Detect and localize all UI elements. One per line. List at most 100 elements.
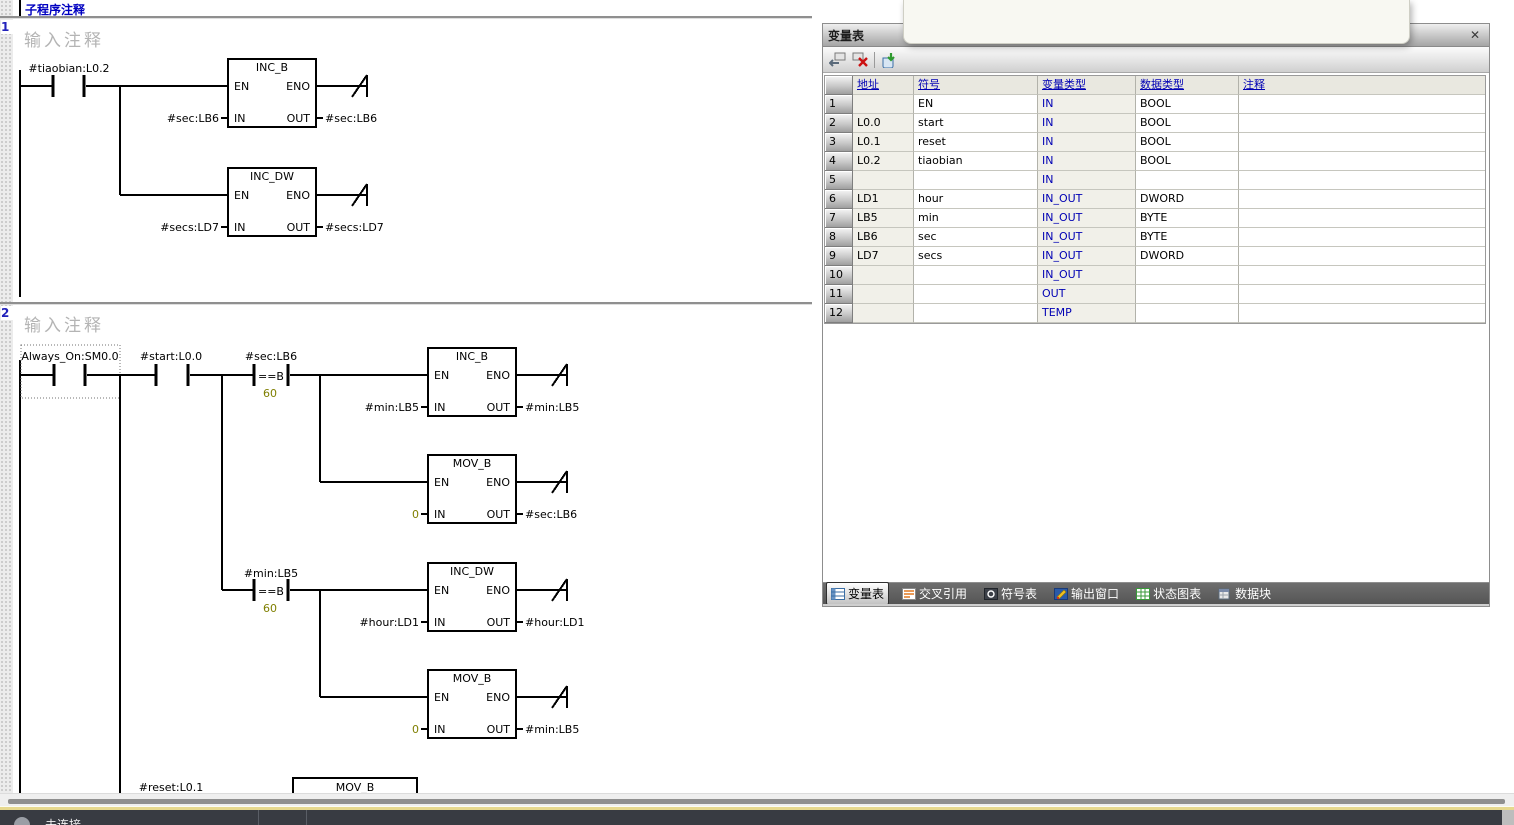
cell-vartype[interactable]: OUT xyxy=(1038,285,1136,304)
cell-vartype[interactable]: IN_OUT xyxy=(1038,209,1136,228)
cell-symbol[interactable] xyxy=(914,171,1038,190)
contact-tiaobian[interactable]: #tiaobian:L0.2 xyxy=(20,62,228,97)
close-icon[interactable]: ✕ xyxy=(1467,27,1483,43)
cell-vartype[interactable]: IN_OUT xyxy=(1038,247,1136,266)
block-inc-dw-n2[interactable]: INC_DW EN ENO IN OUT #hour:LD1 #hour:LD1 xyxy=(359,563,584,631)
cell-address[interactable]: L0.1 xyxy=(853,133,914,152)
compare-value[interactable]: 60 xyxy=(263,602,277,615)
cell-symbol[interactable]: tiaobian xyxy=(914,152,1038,171)
cell-datatype[interactable] xyxy=(1136,304,1239,323)
cell-vartype[interactable]: IN xyxy=(1038,152,1136,171)
block-out-operand[interactable]: #hour:LD1 xyxy=(525,616,585,629)
row-number[interactable]: 3 xyxy=(825,133,853,152)
cell-datatype[interactable] xyxy=(1136,285,1239,304)
cell-vartype[interactable]: IN xyxy=(1038,171,1136,190)
col-header-vartype[interactable]: 变量类型 xyxy=(1038,76,1136,95)
cell-comment[interactable] xyxy=(1239,304,1485,323)
cell-address[interactable] xyxy=(853,95,914,114)
insert-row-button[interactable] xyxy=(827,50,849,70)
cell-address[interactable] xyxy=(853,266,914,285)
cell-datatype[interactable] xyxy=(1136,171,1239,190)
cell-symbol[interactable] xyxy=(914,266,1038,285)
block-out-operand[interactable]: #sec:LB6 xyxy=(525,508,577,521)
cell-datatype[interactable]: DWORD xyxy=(1136,190,1239,209)
row-number[interactable]: 1 xyxy=(825,95,853,114)
cell-vartype[interactable]: TEMP xyxy=(1038,304,1136,323)
row-number[interactable]: 9 xyxy=(825,247,853,266)
block-out-operand[interactable]: #min:LB5 xyxy=(525,401,579,414)
block-in-operand[interactable]: #min:LB5 xyxy=(365,401,419,414)
cell-comment[interactable] xyxy=(1239,171,1485,190)
cell-datatype[interactable]: DWORD xyxy=(1136,247,1239,266)
cell-comment[interactable] xyxy=(1239,209,1485,228)
cell-vartype[interactable]: IN_OUT xyxy=(1038,190,1136,209)
row-number[interactable]: 4 xyxy=(825,152,853,171)
row-number[interactable]: 5 xyxy=(825,171,853,190)
block-mov-b-sec[interactable]: MOV_B EN ENO IN OUT 0 #sec:LB6 xyxy=(412,455,577,523)
cell-address[interactable]: L0.2 xyxy=(853,152,914,171)
row-number[interactable]: 6 xyxy=(825,190,853,209)
block-inc-dw-n1[interactable]: INC_DW EN ENO IN OUT #secs:LD7 #secs:LD7 xyxy=(160,168,384,236)
block-inc-b-n2[interactable]: INC_B EN ENO IN OUT #min:LB5 #min:LB5 xyxy=(365,348,580,416)
block-out-operand[interactable]: #secs:LD7 xyxy=(325,221,384,234)
cell-symbol[interactable] xyxy=(914,285,1038,304)
col-header-symbol[interactable]: 符号 xyxy=(914,76,1038,95)
cell-datatype[interactable]: BYTE xyxy=(1136,228,1239,247)
cell-vartype[interactable]: IN_OUT xyxy=(1038,266,1136,285)
cell-datatype[interactable]: BOOL xyxy=(1136,114,1239,133)
cell-comment[interactable] xyxy=(1239,285,1485,304)
cell-datatype[interactable]: BYTE xyxy=(1136,209,1239,228)
tab-status-chart[interactable]: 状态图表 xyxy=(1132,583,1205,604)
cell-datatype[interactable] xyxy=(1136,266,1239,285)
cell-comment[interactable] xyxy=(1239,190,1485,209)
cell-symbol[interactable]: sec xyxy=(914,228,1038,247)
tab-output-window[interactable]: 输出窗口 xyxy=(1050,583,1123,604)
compare-value[interactable]: 60 xyxy=(263,387,277,400)
cell-address[interactable] xyxy=(853,285,914,304)
cell-comment[interactable] xyxy=(1239,266,1485,285)
compare-contact-sec[interactable]: #sec:LB6 ==B 60 xyxy=(190,350,297,400)
cell-vartype[interactable]: IN_OUT xyxy=(1038,228,1136,247)
cell-comment[interactable] xyxy=(1239,95,1485,114)
block-in-operand[interactable]: #secs:LD7 xyxy=(160,221,219,234)
cell-datatype[interactable]: BOOL xyxy=(1136,95,1239,114)
cell-comment[interactable] xyxy=(1239,228,1485,247)
tab-data-block[interactable]: 数据块 xyxy=(1214,583,1275,604)
cell-vartype[interactable]: IN xyxy=(1038,133,1136,152)
cell-datatype[interactable]: BOOL xyxy=(1136,133,1239,152)
cell-address[interactable]: LD1 xyxy=(853,190,914,209)
row-number[interactable]: 2 xyxy=(825,114,853,133)
cell-symbol[interactable]: reset xyxy=(914,133,1038,152)
cell-comment[interactable] xyxy=(1239,114,1485,133)
cell-symbol[interactable]: secs xyxy=(914,247,1038,266)
cell-address[interactable]: L0.0 xyxy=(853,114,914,133)
block-in-operand[interactable]: 0 xyxy=(412,723,419,736)
block-in-operand[interactable]: #hour:LD1 xyxy=(359,616,419,629)
block-in-operand[interactable]: 0 xyxy=(412,508,419,521)
cell-datatype[interactable]: BOOL xyxy=(1136,152,1239,171)
cell-comment[interactable] xyxy=(1239,152,1485,171)
cell-address[interactable]: LB5 xyxy=(853,209,914,228)
cell-symbol[interactable]: start xyxy=(914,114,1038,133)
block-mov-b-bottom[interactable]: MOV_B xyxy=(293,778,417,793)
row-number[interactable]: 7 xyxy=(825,209,853,228)
cell-address[interactable]: LB6 xyxy=(853,228,914,247)
cell-symbol[interactable]: min xyxy=(914,209,1038,228)
row-number[interactable]: 8 xyxy=(825,228,853,247)
row-number[interactable]: 11 xyxy=(825,285,853,304)
cell-symbol[interactable] xyxy=(914,304,1038,323)
block-in-operand[interactable]: #sec:LB6 xyxy=(167,112,219,125)
col-header-datatype[interactable]: 数据类型 xyxy=(1136,76,1239,95)
export-button[interactable] xyxy=(878,50,900,70)
cell-comment[interactable] xyxy=(1239,133,1485,152)
block-out-operand[interactable]: #min:LB5 xyxy=(525,723,579,736)
row-number[interactable]: 10 xyxy=(825,266,853,285)
scrollbar-thumb[interactable] xyxy=(8,799,1505,804)
col-header-address[interactable]: 地址 xyxy=(853,76,914,95)
cell-address[interactable] xyxy=(853,304,914,323)
cell-address[interactable]: LD7 xyxy=(853,247,914,266)
contact-reset[interactable]: #reset:L0.1 xyxy=(139,781,203,793)
row-number[interactable]: 12 xyxy=(825,304,853,323)
tab-cross-reference[interactable]: 交叉引用 xyxy=(898,583,971,604)
block-inc-b-n1[interactable]: INC_B EN ENO IN OUT #sec:LB6 #sec:LB6 xyxy=(167,59,377,127)
